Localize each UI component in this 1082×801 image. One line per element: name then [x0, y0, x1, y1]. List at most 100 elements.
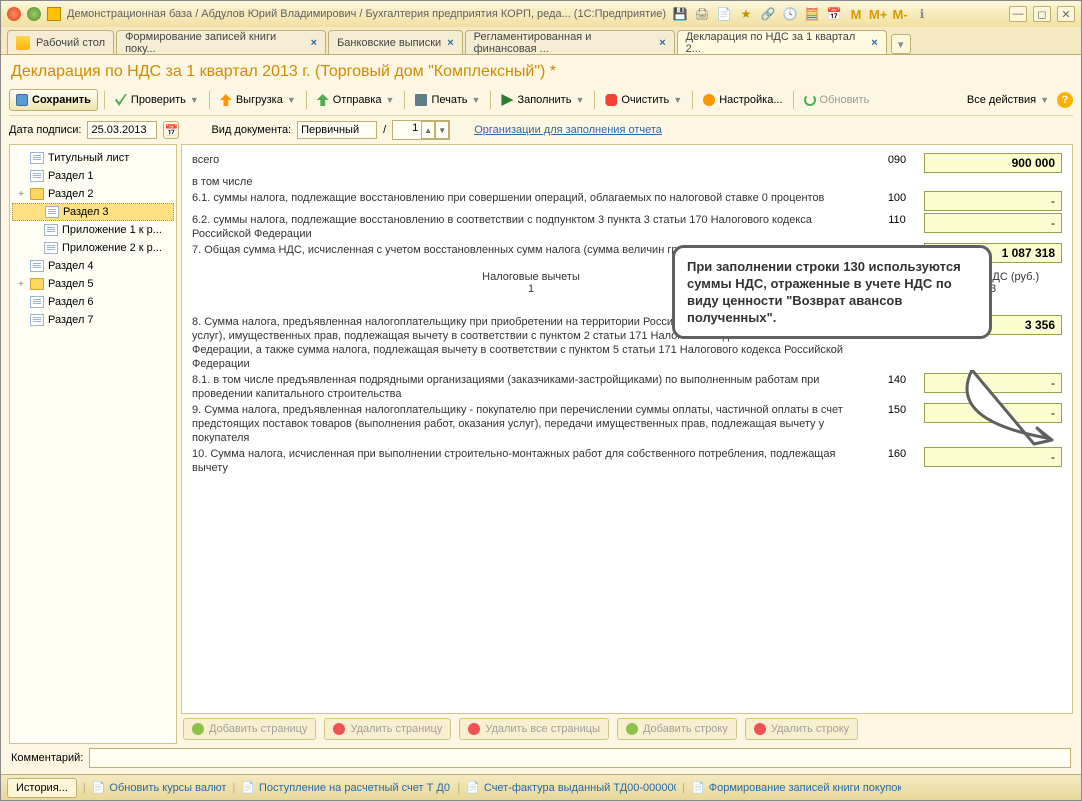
row-description: всего [192, 153, 870, 167]
del-row-button[interactable]: Удалить строку [745, 718, 858, 740]
close-icon[interactable]: × [871, 37, 877, 49]
tab-declaration[interactable]: Декларация по НДС за 1 квартал 2... × [677, 30, 887, 54]
kind-input[interactable] [297, 121, 377, 139]
tab-desktop[interactable]: Рабочий стол [7, 30, 114, 54]
tab-label: Формирование записей книги поку... [125, 31, 305, 55]
refresh-button[interactable]: Обновить [800, 89, 874, 111]
tree-label: Раздел 4 [48, 260, 94, 272]
print-button[interactable]: Печать▼ [411, 89, 484, 111]
tree-label: Раздел 5 [48, 278, 94, 290]
date-input[interactable] [87, 121, 157, 139]
window-title: Демонстрационная база / Абдулов Юрий Вла… [67, 8, 666, 20]
status-item[interactable]: 📄 Формирование записей книги покупок ... [691, 781, 901, 794]
status-item[interactable]: 📄 Обновить курсы валют [92, 781, 227, 794]
close-icon[interactable]: × [447, 37, 453, 49]
help-icon[interactable]: ? [1057, 92, 1073, 108]
star-icon[interactable]: ★ [738, 6, 754, 22]
tree-label: Титульный лист [48, 152, 129, 164]
tree-node[interactable]: +Раздел 2 [12, 185, 174, 203]
tree-node[interactable]: Приложение 2 к р... [12, 239, 174, 257]
spin-value: 1 [393, 121, 421, 139]
value-cell[interactable]: - [924, 213, 1062, 233]
tree-node[interactable]: Приложение 1 к р... [12, 221, 174, 239]
form-row: 6.1. суммы налога, подлежащие восстановл… [192, 191, 1062, 211]
close-icon[interactable]: × [659, 37, 665, 49]
history-button[interactable]: История... [7, 778, 77, 798]
mplus-button[interactable]: M+ [870, 6, 886, 22]
save-button[interactable]: Сохранить [9, 89, 98, 111]
callout-pointer [937, 370, 1073, 460]
send-button[interactable]: Отправка▼ [313, 89, 399, 111]
tree-node[interactable]: Титульный лист [12, 149, 174, 167]
forward-icon[interactable] [27, 7, 41, 21]
tree-label: Раздел 6 [48, 296, 94, 308]
tree-label: Раздел 3 [63, 206, 109, 218]
mminus-button[interactable]: M- [892, 6, 908, 22]
minus-icon [333, 723, 345, 735]
tree-node[interactable]: Раздел 7 [12, 311, 174, 329]
tree-node[interactable]: Раздел 4 [12, 257, 174, 275]
info-icon[interactable]: ℹ [914, 6, 930, 22]
doc-icon[interactable]: 📄 [716, 6, 732, 22]
org-link[interactable]: Организации для заполнения отчета [474, 124, 662, 136]
add-page-button[interactable]: Добавить страницу [183, 718, 316, 740]
page: Декларация по НДС за 1 квартал 2013 г. (… [1, 55, 1081, 774]
app-icon [47, 7, 61, 21]
tree-node[interactable]: Раздел 6 [12, 293, 174, 311]
all-actions-button[interactable]: Все действия▼ [963, 89, 1053, 111]
document-icon [44, 242, 58, 254]
folder-icon [30, 188, 44, 200]
minimize-button[interactable]: — [1009, 6, 1027, 22]
calc-icon[interactable]: 🧮 [804, 6, 820, 22]
tree-node[interactable]: Раздел 3 [12, 203, 174, 221]
callout-text: При заполнении строки 130 используются с… [687, 259, 961, 325]
tab-bank[interactable]: Банковские выписки × [328, 30, 463, 54]
tree-node[interactable]: + Раздел 5 [12, 275, 174, 293]
value-cell[interactable]: - [924, 191, 1062, 211]
close-icon[interactable]: × [311, 37, 317, 49]
check-button[interactable]: Проверить▼ [111, 89, 203, 111]
form-row: всего090900 000 [192, 153, 1062, 173]
fill-button[interactable]: Заполнить▼ [497, 89, 588, 111]
setup-button[interactable]: Настройка... [699, 89, 786, 111]
maximize-button[interactable]: ◻ [1033, 6, 1051, 22]
tab-bookentries[interactable]: Формирование записей книги поку... × [116, 30, 326, 54]
status-item[interactable]: 📄 Счет-фактура выданный ТД00-0000004 о..… [466, 781, 676, 794]
row-code: 160 [870, 447, 924, 460]
page-title: Декларация по НДС за 1 квартал 2013 г. (… [9, 59, 1073, 87]
tab-regulated[interactable]: Регламентированная и финансовая ... × [465, 30, 675, 54]
save-icon[interactable]: 💾 [672, 6, 688, 22]
folder-icon [30, 278, 44, 290]
date-picker-button[interactable]: 📅 [163, 121, 179, 139]
close-button[interactable]: ✕ [1057, 6, 1075, 22]
value-cell[interactable]: 900 000 [924, 153, 1062, 173]
plus-icon [192, 723, 204, 735]
print-icon[interactable]: 🖨 [694, 6, 710, 22]
del-all-pages-button[interactable]: Удалить все страницы [459, 718, 609, 740]
expand-icon[interactable]: + [16, 189, 26, 200]
calendar-icon[interactable]: 📅 [826, 6, 842, 22]
form-row: 6.2. суммы налога, подлежащие восстановл… [192, 213, 1062, 241]
clock-icon[interactable]: 🕓 [782, 6, 798, 22]
form-row: 9. Сумма налога, предъявленная налогопла… [192, 403, 1062, 445]
expand-icon[interactable]: + [16, 279, 26, 290]
spin-down[interactable]: ▼ [435, 121, 449, 139]
upload-button[interactable]: Выгрузка▼ [216, 89, 300, 111]
tree-node[interactable]: Раздел 1 [12, 167, 174, 185]
comment-input[interactable] [89, 748, 1071, 768]
tabs-menu-button[interactable]: ▾ [891, 34, 911, 54]
link-icon[interactable]: 🔗 [760, 6, 776, 22]
back-icon[interactable] [7, 7, 21, 21]
add-row-button[interactable]: Добавить строку [617, 718, 737, 740]
del-page-button[interactable]: Удалить страницу [324, 718, 451, 740]
content: всего090900 000 в том числе 6.1. суммы нал… [181, 144, 1073, 744]
status-item[interactable]: 📄 Поступление на расчетный счет Т Д0... [241, 781, 451, 794]
col1-header: Налоговые вычеты [482, 271, 580, 283]
form-row: в том числе [192, 175, 1062, 189]
clear-button[interactable]: Очистить▼ [601, 89, 686, 111]
m-button[interactable]: M [848, 6, 864, 22]
row-description: 6.2. суммы налога, подлежащие восстановл… [192, 213, 870, 241]
spin-up[interactable]: ▲ [421, 121, 435, 139]
statusbar: История... | 📄 Обновить курсы валют | 📄 … [1, 774, 1081, 800]
date-label: Дата подписи: [9, 124, 81, 136]
